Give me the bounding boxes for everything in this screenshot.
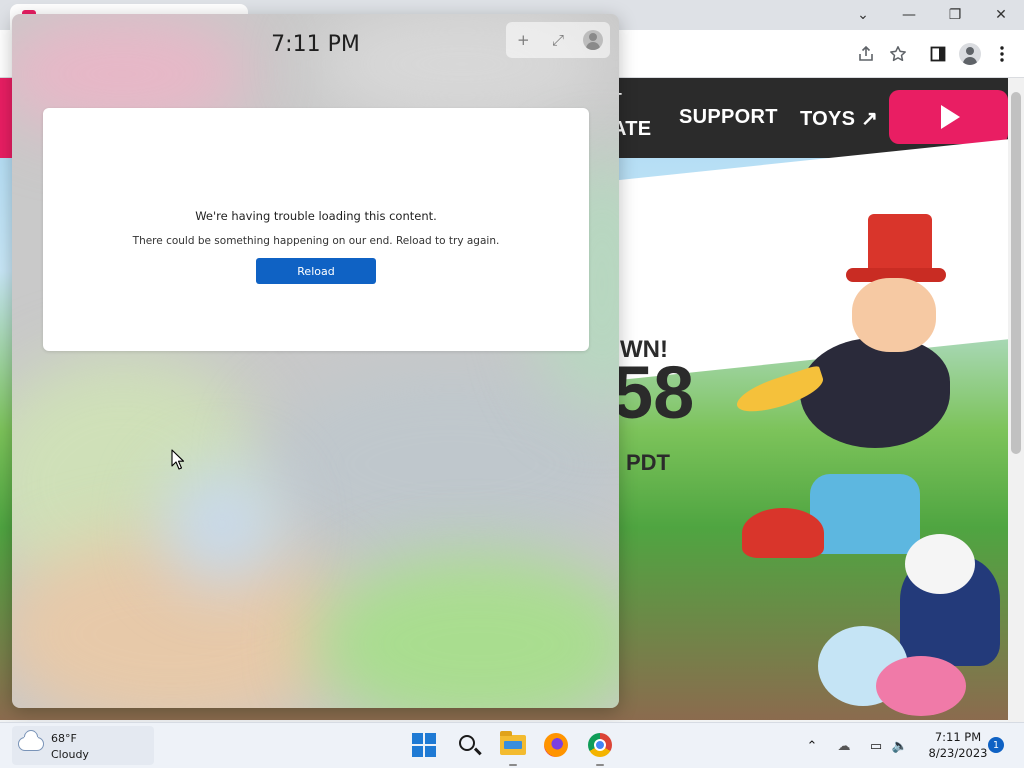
browser-menu-icon[interactable] — [990, 42, 1014, 66]
folder-icon — [500, 731, 526, 755]
add-widget-button[interactable]: + — [511, 28, 535, 52]
minimize-button[interactable]: — — [886, 0, 932, 30]
profile-avatar-icon[interactable] — [958, 42, 982, 66]
taskbar-clock-date[interactable]: 8/23/2023 — [920, 746, 996, 760]
side-panel-icon[interactable] — [926, 42, 950, 66]
cloudy-weather-icon — [18, 737, 44, 751]
chrome-button[interactable] — [585, 730, 615, 760]
expand-button[interactable]: ⤢ — [546, 28, 570, 52]
error-card: We're having trouble loading this conten… — [43, 108, 589, 351]
nav-accent-bar — [0, 78, 12, 158]
hoodie-character-head — [905, 534, 975, 594]
user-avatar-icon — [582, 30, 603, 50]
countdown-timezone: PDT — [626, 450, 670, 475]
mushroom-character — [742, 508, 824, 558]
firefox-icon — [544, 733, 568, 757]
running-indicator — [596, 764, 604, 766]
character-face — [852, 278, 936, 352]
error-title: We're having trouble loading this conten… — [195, 209, 437, 223]
nav-item-toys[interactable]: TOYS ↗ — [800, 106, 878, 131]
notification-badge[interactable]: 1 — [988, 737, 1004, 753]
windows-icon — [412, 733, 436, 757]
bookmark-star-icon[interactable] — [886, 42, 910, 66]
volume-icon[interactable]: 🔈 — [890, 736, 910, 756]
widgets-panel: 7:11 PM + ⤢ We're having trouble loading… — [12, 14, 619, 708]
widgets-header-controls: + ⤢ — [506, 22, 610, 58]
reload-button[interactable]: Reload — [256, 258, 376, 284]
play-button[interactable] — [889, 90, 1008, 144]
share-icon[interactable] — [854, 42, 878, 66]
weather-widget[interactable]: 68°F Cloudy — [12, 726, 154, 765]
restore-button[interactable]: ❐ — [932, 0, 978, 30]
search-icon — [459, 735, 475, 751]
mouse-cursor-icon — [171, 449, 185, 470]
start-button[interactable] — [409, 730, 439, 760]
bus-decoration — [810, 474, 920, 554]
taskbar-clock-time[interactable]: 7:11 PM — [920, 730, 996, 744]
onedrive-icon[interactable]: ☁ — [834, 736, 854, 756]
tab-search-button[interactable]: ⌄ — [840, 0, 886, 30]
show-hidden-icons-chevron-icon[interactable]: ⌃ — [802, 736, 822, 756]
chrome-icon — [588, 733, 612, 757]
pink-ball — [876, 656, 966, 716]
running-indicator — [509, 764, 517, 766]
error-message: There could be something happening on ou… — [132, 235, 500, 247]
widgets-profile-button[interactable] — [581, 28, 605, 52]
taskbar: 68°F Cloudy ⌃ ☁ ▭ 🔈 7:11 PM 8/23/2023 1 — [0, 722, 1024, 768]
toucan-character — [800, 338, 950, 448]
network-icon[interactable]: ▭ — [866, 736, 886, 756]
weather-description: Cloudy — [51, 748, 89, 761]
countdown-number: 58 — [612, 351, 695, 434]
firefox-button[interactable] — [541, 730, 571, 760]
play-icon — [940, 105, 960, 129]
character-top-hat — [868, 214, 932, 274]
taskbar-search-button[interactable] — [454, 730, 484, 760]
file-explorer-button[interactable] — [498, 730, 528, 760]
close-button[interactable]: ✕ — [978, 0, 1024, 30]
nav-item-support[interactable]: SUPPORT — [679, 106, 778, 129]
weather-temperature: 68°F — [51, 732, 77, 745]
scrollbar-thumb[interactable] — [1011, 92, 1021, 454]
